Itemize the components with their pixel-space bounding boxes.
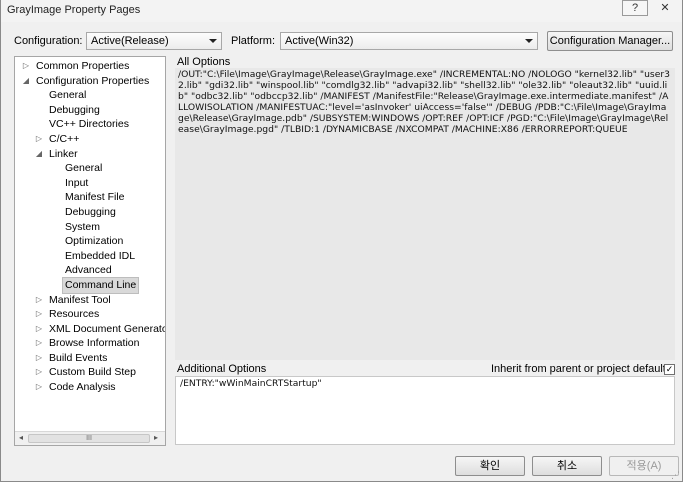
scroll-left-icon[interactable]: ◂ [19, 433, 23, 442]
expand-arrow-icon[interactable]: ▷ [21, 59, 31, 74]
tree-item-label: Optimization [65, 235, 124, 248]
tree-item-label: VC++ Directories [49, 118, 129, 131]
tree-item-label: General [49, 89, 87, 102]
tree-item[interactable]: General [15, 88, 165, 103]
tree-item[interactable]: ▷ Common Properties [15, 59, 165, 74]
help-button[interactable]: ? [622, 0, 648, 16]
platform-label: Platform: [231, 35, 276, 47]
expand-arrow-icon[interactable]: ▷ [34, 322, 44, 337]
configuration-label: Configuration: [14, 35, 83, 47]
property-tree[interactable]: ▷ Common Properties ◢ Configuration Propert… [14, 56, 166, 446]
tree-item-label: Manifest File [65, 191, 125, 204]
tree-item-label: Advanced [65, 264, 112, 277]
tree-item-label: Debugging [49, 103, 100, 116]
tree-item[interactable]: ▷ XML Document Generator [15, 322, 165, 337]
expand-arrow-icon[interactable]: ▷ [34, 380, 44, 395]
tree-item[interactable]: ◢ Linker [15, 147, 165, 162]
all-options-label: All Options [177, 56, 231, 68]
collapse-arrow-icon[interactable]: ◢ [34, 147, 44, 162]
tree-item[interactable]: ▷ Manifest Tool [15, 293, 165, 308]
tree-item[interactable]: System [15, 220, 165, 235]
tree-item-label: General [65, 162, 103, 175]
all-options-box: /OUT:"C:\File\Image\GrayImage\Release\Gr… [175, 68, 675, 360]
tree-item[interactable]: Command Line [15, 276, 165, 294]
tree-item[interactable]: Debugging [15, 103, 165, 118]
tree-item[interactable]: Optimization [15, 234, 165, 249]
tree-item-label: Browse Information [49, 337, 140, 350]
tree-item[interactable]: ▷ Resources [15, 307, 165, 322]
tree-item-label: Resources [49, 308, 100, 321]
configuration-select[interactable]: Active(Release) [86, 32, 222, 50]
platform-value: Active(Win32) [285, 35, 354, 47]
ok-button[interactable]: 확인 [455, 456, 525, 476]
expand-arrow-icon[interactable]: ▷ [34, 307, 44, 322]
tree-item[interactable]: General [15, 161, 165, 176]
tree-item[interactable]: Embedded IDL [15, 249, 165, 264]
tree-item-label: C/C++ [49, 132, 80, 145]
tree-item[interactable]: ◢ Configuration Properties [15, 74, 165, 89]
collapse-arrow-icon[interactable]: ◢ [21, 74, 31, 89]
close-button[interactable]: ✕ [651, 0, 679, 16]
tree-item[interactable]: ▷ Code Analysis [15, 380, 165, 395]
property-pages-dialog: GrayImage Property Pages ? ✕ Configurati… [0, 0, 683, 482]
tree-item[interactable]: Debugging [15, 205, 165, 220]
tree-item[interactable]: Advanced [15, 263, 165, 278]
expand-arrow-icon[interactable]: ▷ [34, 336, 44, 351]
inherit-label: Inherit from parent or project defaults [491, 363, 672, 375]
tree-item[interactable]: VC++ Directories [15, 117, 165, 132]
scroll-right-icon[interactable]: ▸ [154, 433, 158, 442]
tree-item[interactable]: Input [15, 176, 165, 191]
window-title: GrayImage Property Pages [7, 4, 141, 16]
expand-arrow-icon[interactable]: ▷ [34, 293, 44, 308]
tree-horizontal-scrollbar[interactable]: ◂ III ▸ [15, 431, 165, 445]
inherit-checkbox[interactable]: ✓ [664, 364, 675, 375]
expand-arrow-icon[interactable]: ▷ [34, 351, 44, 366]
configuration-manager-button[interactable]: Configuration Manager... [547, 31, 673, 51]
tree-items: ▷ Common Properties ◢ Configuration Propert… [15, 59, 165, 395]
chevron-down-icon [209, 39, 217, 43]
tree-item[interactable]: ▷ Browse Information [15, 336, 165, 351]
tree-item-label: Embedded IDL [65, 249, 136, 262]
tree-item-label: System [65, 220, 101, 233]
all-options-text: /OUT:"C:\File\Image\GrayImage\Release\Gr… [178, 69, 670, 135]
title-bar: GrayImage Property Pages ? ✕ [1, 0, 682, 22]
resize-grip-icon[interactable]: ⋰ [671, 470, 680, 481]
apply-button[interactable]: 적용(A) [609, 456, 679, 476]
tree-item-label: XML Document Generator [49, 322, 166, 335]
tree-item-label: Command Line [61, 276, 140, 294]
scroll-thumb[interactable]: III [28, 434, 150, 443]
additional-options-text: /ENTRY:"wWinMainCRTStartup" [180, 378, 322, 389]
cancel-button[interactable]: 취소 [532, 456, 602, 476]
additional-options-label: Additional Options [177, 363, 267, 375]
expand-arrow-icon[interactable]: ▷ [34, 132, 44, 147]
tree-item-label: Debugging [65, 205, 116, 218]
tree-item-label: Input [65, 176, 89, 189]
tree-item[interactable]: Manifest File [15, 190, 165, 205]
tree-item-label: Linker [49, 147, 78, 160]
tree-item-label: Manifest Tool [49, 293, 111, 306]
tree-item-label: Custom Build Step [49, 366, 136, 379]
tree-item-label: Code Analysis [49, 381, 116, 394]
configuration-value: Active(Release) [91, 35, 169, 47]
tree-item-label: Build Events [49, 351, 108, 364]
additional-options-input[interactable]: /ENTRY:"wWinMainCRTStartup" [175, 376, 675, 445]
tree-item[interactable]: ▷ Custom Build Step [15, 365, 165, 380]
chevron-down-icon [525, 39, 533, 43]
platform-select[interactable]: Active(Win32) [280, 32, 538, 50]
expand-arrow-icon[interactable]: ▷ [34, 365, 44, 380]
tree-item-label: Common Properties [36, 60, 130, 72]
tree-item[interactable]: ▷ C/C++ [15, 132, 165, 147]
tree-item[interactable]: ▷ Build Events [15, 351, 165, 366]
tree-item-label: Configuration Properties [36, 74, 150, 87]
